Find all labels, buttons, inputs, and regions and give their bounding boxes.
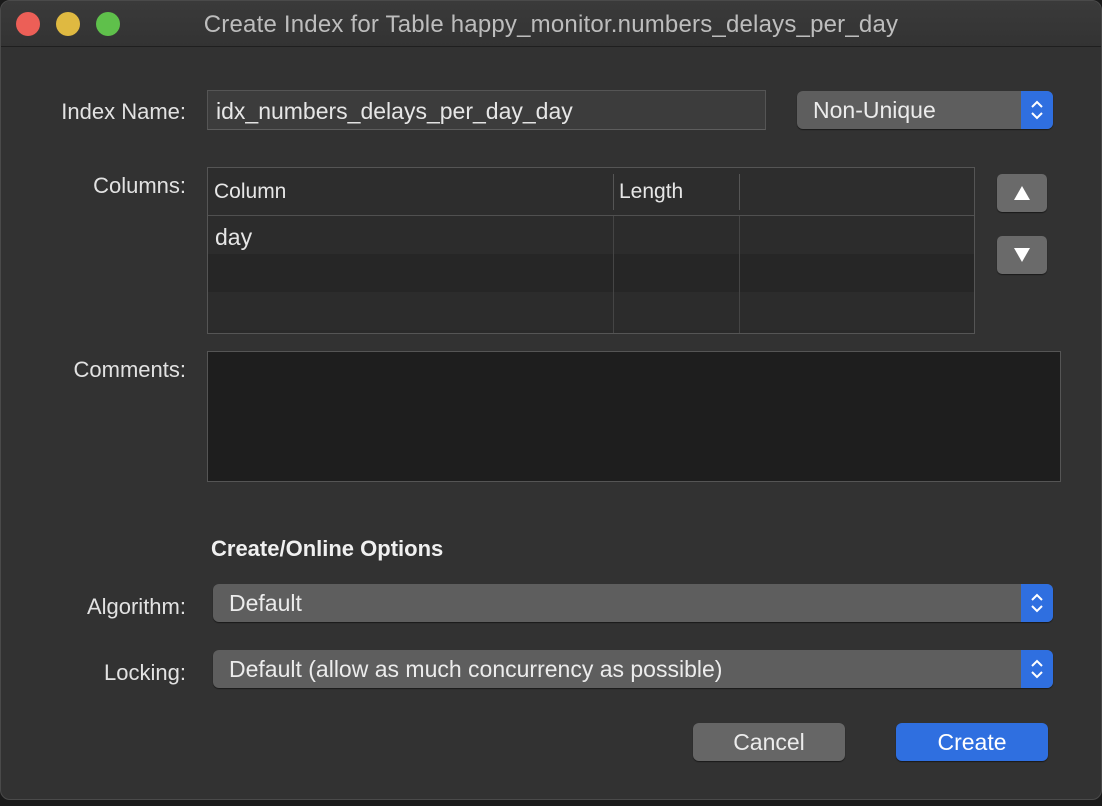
triangle-down-icon <box>1014 248 1030 262</box>
online-options-heading: Create/Online Options <box>211 536 444 561</box>
table-row[interactable]: day <box>208 216 974 254</box>
table-header: Column Length <box>208 168 974 216</box>
table-row[interactable] <box>208 292 974 330</box>
comments-label: Comments: <box>73 357 186 382</box>
title-bar[interactable]: Create Index for Table happy_monitor.num… <box>1 1 1101 47</box>
columns-table[interactable]: day Column Length <box>207 167 975 334</box>
locking-select[interactable]: Default (allow as much concurrency as po… <box>213 650 1053 688</box>
triangle-up-icon <box>1014 186 1030 200</box>
window-title: Create Index for Table happy_monitor.num… <box>203 11 899 38</box>
chevron-up-down-icon <box>1021 584 1053 622</box>
column-header-column[interactable]: Column <box>214 180 286 204</box>
move-up-button[interactable] <box>997 174 1047 212</box>
columns-label: Columns: <box>93 173 186 198</box>
algorithm-select[interactable]: Default <box>213 584 1053 622</box>
locking-select-value: Default (allow as much concurrency as po… <box>229 656 723 682</box>
cancel-button[interactable]: Cancel <box>693 723 845 761</box>
table-row[interactable] <box>208 254 974 292</box>
table-cell-column[interactable]: day <box>215 224 252 251</box>
index-name-input[interactable]: idx_numbers_delays_per_day_day <box>207 90 766 130</box>
column-divider[interactable] <box>613 174 614 210</box>
locking-label: Locking: <box>104 660 186 685</box>
column-header-length[interactable]: Length <box>619 180 683 204</box>
desktop-background <box>0 800 1102 806</box>
column-divider[interactable] <box>739 174 740 210</box>
move-down-button[interactable] <box>997 236 1047 274</box>
uniqueness-select[interactable]: Non-Unique <box>797 91 1053 129</box>
grid-line <box>739 216 740 333</box>
grid-line <box>613 216 614 333</box>
algorithm-select-value: Default <box>229 590 302 616</box>
uniqueness-select-value: Non-Unique <box>813 97 936 123</box>
comments-textarea[interactable] <box>207 351 1061 482</box>
algorithm-label: Algorithm: <box>86 594 186 619</box>
create-button[interactable]: Create <box>896 723 1048 761</box>
chevron-up-down-icon <box>1021 91 1053 129</box>
index-name-label: Index Name: <box>61 99 186 124</box>
chevron-up-down-icon <box>1021 650 1053 688</box>
create-index-dialog: Create Index for Table happy_monitor.num… <box>0 0 1102 800</box>
